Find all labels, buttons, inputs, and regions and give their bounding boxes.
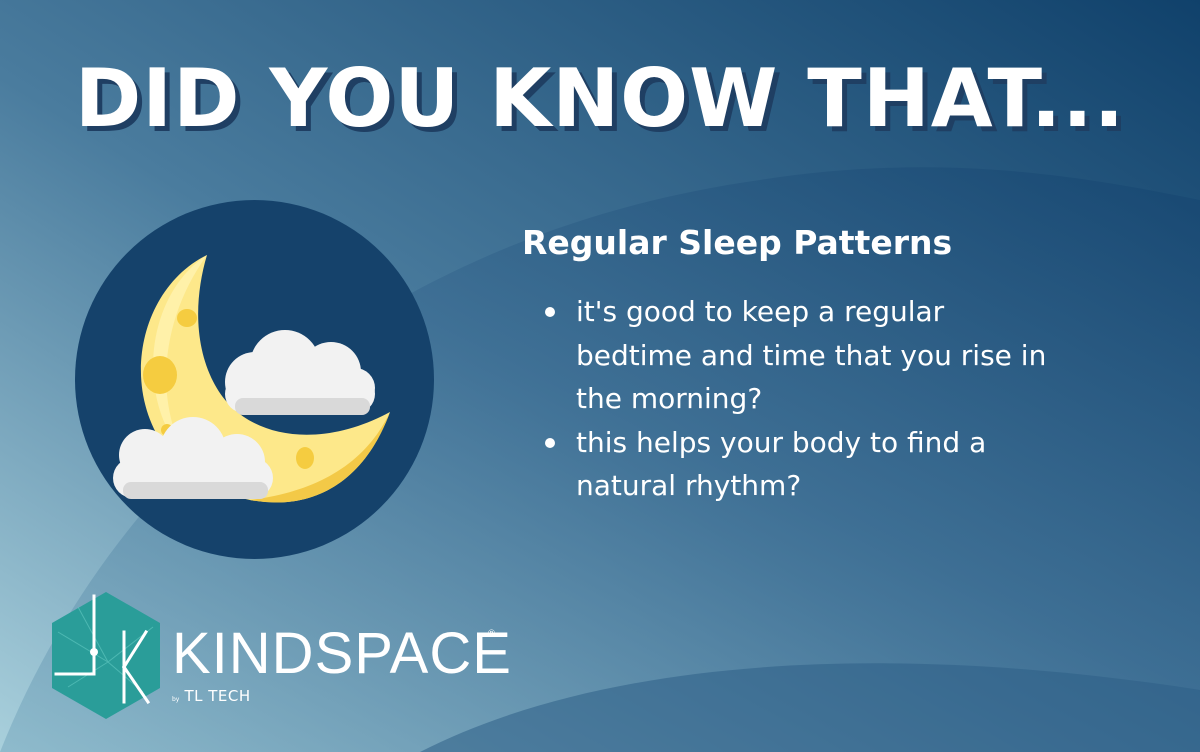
bullet-text: it's good to keep a regular bedtime and …: [576, 295, 1047, 415]
byline-by: by: [172, 696, 180, 703]
byline-company: TL TECH: [184, 687, 251, 705]
card-title: Regular Sleep Patterns: [522, 223, 953, 262]
registered-mark: ®: [487, 629, 496, 639]
brand-byline: by TL TECH: [172, 686, 251, 705]
headline: DID YOU KNOW THAT...: [74, 52, 1126, 145]
moon-with-clouds-icon: [75, 200, 434, 559]
bullet-item: it's good to keep a regular bedtime and …: [542, 290, 1062, 421]
bullet-dot: [545, 437, 555, 448]
bullet-item: this helps your body to find a natural r…: [542, 421, 1062, 508]
bullet-list: it's good to keep a regular bedtime and …: [542, 290, 1062, 508]
bullet-text: this helps your body to find a natural r…: [576, 425, 987, 503]
brand-wordmark: KINDSPACE: [172, 621, 512, 686]
bullet-dot: [545, 307, 555, 317]
